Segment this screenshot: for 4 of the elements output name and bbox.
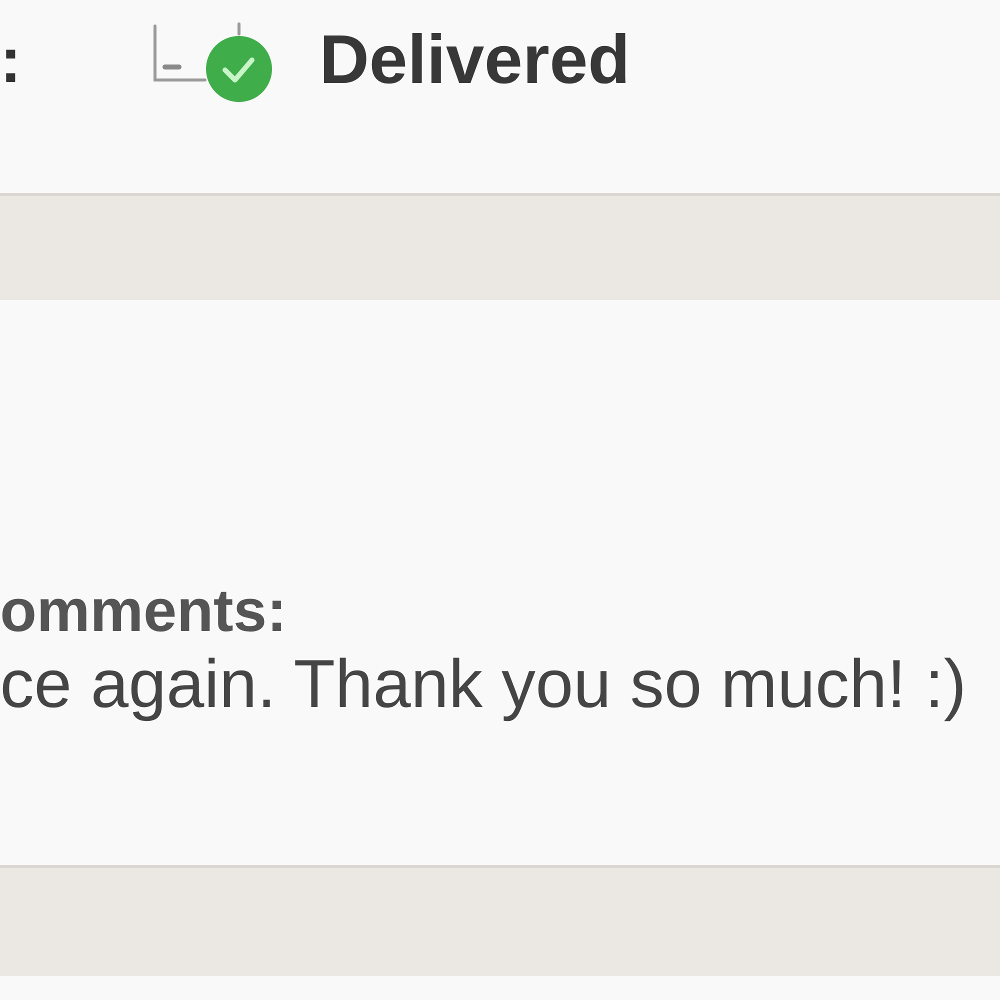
comments-label: omments: bbox=[0, 578, 287, 644]
comment-text: ce again. Thank you so much! :) bbox=[0, 645, 966, 724]
status-value: Delivered bbox=[319, 22, 630, 98]
status-label: : bbox=[0, 23, 22, 98]
